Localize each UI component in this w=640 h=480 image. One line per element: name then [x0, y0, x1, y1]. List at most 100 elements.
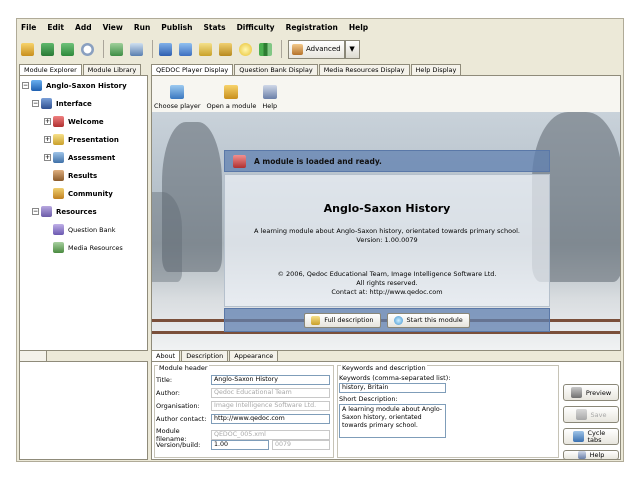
module-description: A learning module about Anglo-Saxon hist… [254, 227, 520, 235]
tree-node-interface[interactable]: − Interface [32, 98, 92, 109]
menu-registration[interactable]: Registration [286, 23, 338, 32]
winter-background-image: A module is loaded and ready. Anglo-Saxo… [152, 112, 620, 350]
expand-icon[interactable]: + [44, 118, 51, 125]
bottom-left-panel [19, 361, 148, 460]
version-label: Version/build: [156, 441, 201, 449]
cycle-tabs-button[interactable]: Cycle tabs [563, 428, 619, 445]
tree-node-media-resources[interactable]: Media Resources [53, 242, 123, 253]
community-icon [53, 188, 64, 199]
database-icon [41, 206, 52, 217]
module-ready-icon [233, 154, 246, 168]
tree-node-label: Resources [56, 207, 97, 216]
author-field: Qedoc Educational Team [211, 388, 330, 398]
group-legend: Keywords and description [341, 364, 427, 372]
chevron-down-icon[interactable]: ▼ [344, 39, 360, 59]
tree-node-label: Community [68, 189, 113, 198]
network-icon[interactable] [177, 41, 194, 58]
title-label: Title: [156, 376, 173, 384]
title-field[interactable]: Anglo-Saxon History [211, 375, 330, 385]
tree-node-results[interactable]: Results [53, 170, 97, 181]
media-resources-icon [53, 242, 64, 253]
copyright-text: © 2006, Qedoc Educational Team, Image In… [277, 270, 497, 278]
tab-media-resources-display[interactable]: Media Resources Display [318, 64, 410, 75]
clock-icon[interactable] [79, 41, 96, 58]
tree-node-community[interactable]: Community [53, 188, 113, 199]
export-icon[interactable] [108, 41, 125, 58]
menu-stats[interactable]: Stats [203, 23, 225, 32]
contact-text: Contact at: http://www.qedoc.com [331, 288, 443, 296]
tree-node-label: Welcome [68, 117, 104, 126]
preview-icon [570, 387, 582, 398]
player-icon [170, 85, 185, 99]
menu-view[interactable]: View [103, 23, 123, 32]
chart-icon[interactable] [257, 41, 274, 58]
module-properties-panel: Module header Title: Anglo-Saxon History… [151, 361, 621, 460]
tree-node-assessment[interactable]: + Assessment [44, 152, 115, 163]
menu-add[interactable]: Add [75, 23, 92, 32]
choose-player-button[interactable]: Choose player [154, 85, 201, 110]
question-bank-icon [53, 224, 64, 235]
welcome-icon [53, 116, 64, 127]
help-button[interactable]: Help [563, 450, 619, 460]
menu-help[interactable]: Help [349, 23, 368, 32]
tree-node-label: Question Bank [68, 225, 116, 234]
bottom-left-tab[interactable] [19, 350, 47, 361]
organisation-field: Image Intelligence Software Ltd. [211, 401, 330, 411]
author-contact-field[interactable]: http://www.qedoc.com [211, 414, 330, 424]
save-icon[interactable] [39, 41, 56, 58]
tab-description[interactable]: Description [181, 350, 229, 361]
author-label: Author: [156, 389, 180, 397]
expand-icon[interactable]: + [44, 154, 51, 161]
collapse-icon[interactable]: − [32, 208, 39, 215]
arrow-right-icon[interactable] [157, 41, 174, 58]
cycle-icon [572, 431, 584, 442]
toolbar-separator [281, 40, 282, 58]
save-as-icon[interactable] [59, 41, 76, 58]
menu-run[interactable]: Run [134, 23, 150, 32]
start-module-button[interactable]: Start this module [386, 312, 470, 328]
bg-tree [152, 192, 182, 282]
tab-appearance[interactable]: Appearance [229, 350, 279, 361]
tab-help-display[interactable]: Help Display [410, 64, 462, 75]
collapse-icon[interactable]: − [22, 82, 29, 89]
save-button: Save [563, 406, 619, 423]
player-toolbar: Choose player Open a module Help [152, 76, 620, 112]
tree-node-resources[interactable]: − Resources [32, 206, 97, 217]
question-bank-icon[interactable] [197, 41, 214, 58]
player-help-button[interactable]: Help [262, 85, 277, 110]
status-text: A module is loaded and ready. [254, 156, 382, 166]
mode-selector[interactable]: Advanced [288, 39, 345, 59]
menu-difficulty[interactable]: Difficulty [237, 23, 275, 32]
media-icon[interactable] [217, 41, 234, 58]
keywords-label: Keywords (comma-separated list): [339, 374, 451, 382]
menu-file[interactable]: File [21, 23, 36, 32]
tree-node-presentation[interactable]: + Presentation [44, 134, 119, 145]
import-icon[interactable] [128, 41, 145, 58]
tree-node-label: Results [68, 171, 98, 180]
tree-node-welcome[interactable]: + Welcome [44, 116, 104, 127]
organisation-label: Organisation: [156, 402, 200, 410]
preview-button[interactable]: Preview [563, 384, 619, 401]
collapse-icon[interactable]: − [32, 100, 39, 107]
version-field[interactable]: 1.00 [211, 440, 269, 450]
cube-icon [31, 80, 42, 91]
open-folder-icon [224, 85, 239, 99]
menu-edit[interactable]: Edit [47, 23, 64, 32]
lightbulb-icon[interactable] [237, 41, 254, 58]
tab-question-bank-display[interactable]: Question Bank Display [234, 64, 318, 75]
open-folder-icon[interactable] [19, 41, 36, 58]
expand-icon[interactable]: + [44, 136, 51, 143]
open-module-button[interactable]: Open a module [207, 85, 256, 110]
mode-label: Advanced [306, 45, 341, 53]
tree-node-label: Media Resources [68, 243, 123, 252]
menu-publish[interactable]: Publish [161, 23, 192, 32]
tree-node-root[interactable]: − Anglo-Saxon History [22, 80, 127, 91]
module-info-box: Anglo-Saxon History A learning module ab… [224, 174, 550, 307]
keywords-field[interactable]: history, Britain [339, 383, 446, 393]
full-description-button[interactable]: Full description [304, 312, 381, 328]
short-description-field[interactable]: A learning module about Anglo-Saxon hist… [339, 404, 446, 438]
assessment-icon [53, 152, 64, 163]
tab-module-library[interactable]: Module Library [82, 64, 142, 75]
tree-node-question-bank[interactable]: Question Bank [53, 224, 115, 235]
menu-bar: File Edit Add View Run Publish Stats Dif… [17, 19, 623, 35]
